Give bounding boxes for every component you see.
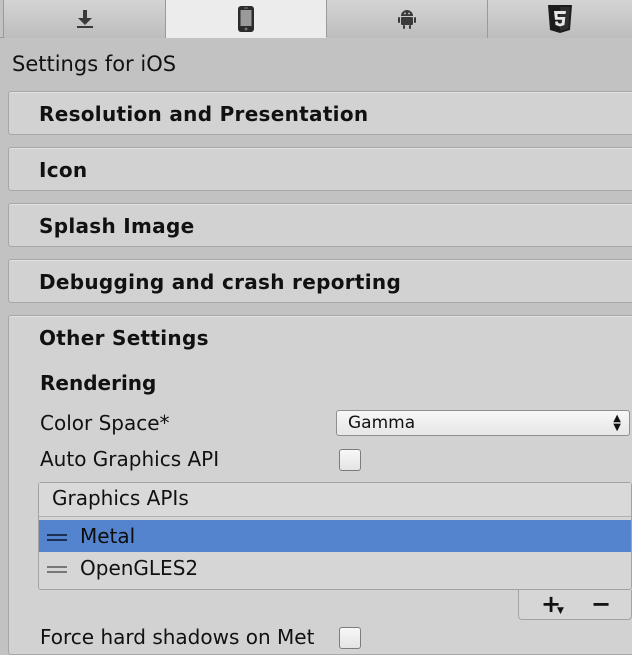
auto-graphics-api-label: Auto Graphics API: [40, 447, 220, 471]
force-hard-shadows-checkbox[interactable]: [339, 627, 361, 649]
tab-standalone[interactable]: [3, 0, 166, 38]
list-item-label: OpenGLES2: [80, 556, 199, 580]
auto-graphics-api-checkbox[interactable]: [339, 449, 361, 471]
android-icon: [398, 10, 416, 29]
tab-webgl[interactable]: [488, 0, 632, 38]
phone-icon: [238, 5, 254, 32]
graphics-apis-header-label: Graphics APIs: [52, 486, 189, 510]
force-hard-shadows-label: Force hard shadows on Met: [40, 625, 315, 649]
section-title: Splash Image: [39, 214, 195, 238]
graphics-apis-list: Graphics APIs Metal OpenGLES2: [38, 482, 632, 590]
list-item-opengles2[interactable]: OpenGLES2: [39, 552, 631, 584]
section-icon[interactable]: Icon: [8, 147, 632, 191]
platform-tabs: [0, 0, 632, 38]
list-item-label: Metal: [80, 524, 136, 548]
html5-icon: [548, 5, 572, 33]
tab-android[interactable]: [327, 0, 488, 38]
page-title: Settings for iOS: [12, 52, 177, 76]
rendering-label: Rendering: [40, 371, 157, 395]
color-space-value: Gamma: [348, 413, 416, 433]
remove-button[interactable]: −: [591, 590, 611, 618]
section-splash[interactable]: Splash Image: [8, 203, 632, 247]
section-title: Debugging and crash reporting: [39, 270, 402, 294]
list-footer: + ▼ −: [518, 590, 632, 620]
add-dropdown-icon: ▼: [557, 606, 564, 616]
drag-handle-icon[interactable]: [47, 534, 67, 542]
color-space-dropdown[interactable]: Gamma ▲ ▼: [336, 410, 630, 436]
tab-ios[interactable]: [166, 0, 327, 38]
download-icon: [76, 10, 93, 28]
section-title: Resolution and Presentation: [39, 102, 369, 126]
color-space-label: Color Space*: [40, 411, 170, 435]
dropdown-arrows-icon: ▲ ▼: [613, 413, 621, 433]
graphics-apis-header: Graphics APIs: [39, 483, 631, 517]
drag-handle-icon[interactable]: [47, 566, 67, 574]
section-resolution[interactable]: Resolution and Presentation: [8, 91, 632, 135]
section-title: Other Settings: [39, 326, 209, 350]
section-debugging[interactable]: Debugging and crash reporting: [8, 259, 632, 303]
list-item-metal[interactable]: Metal: [39, 520, 631, 552]
section-title: Icon: [39, 158, 88, 182]
